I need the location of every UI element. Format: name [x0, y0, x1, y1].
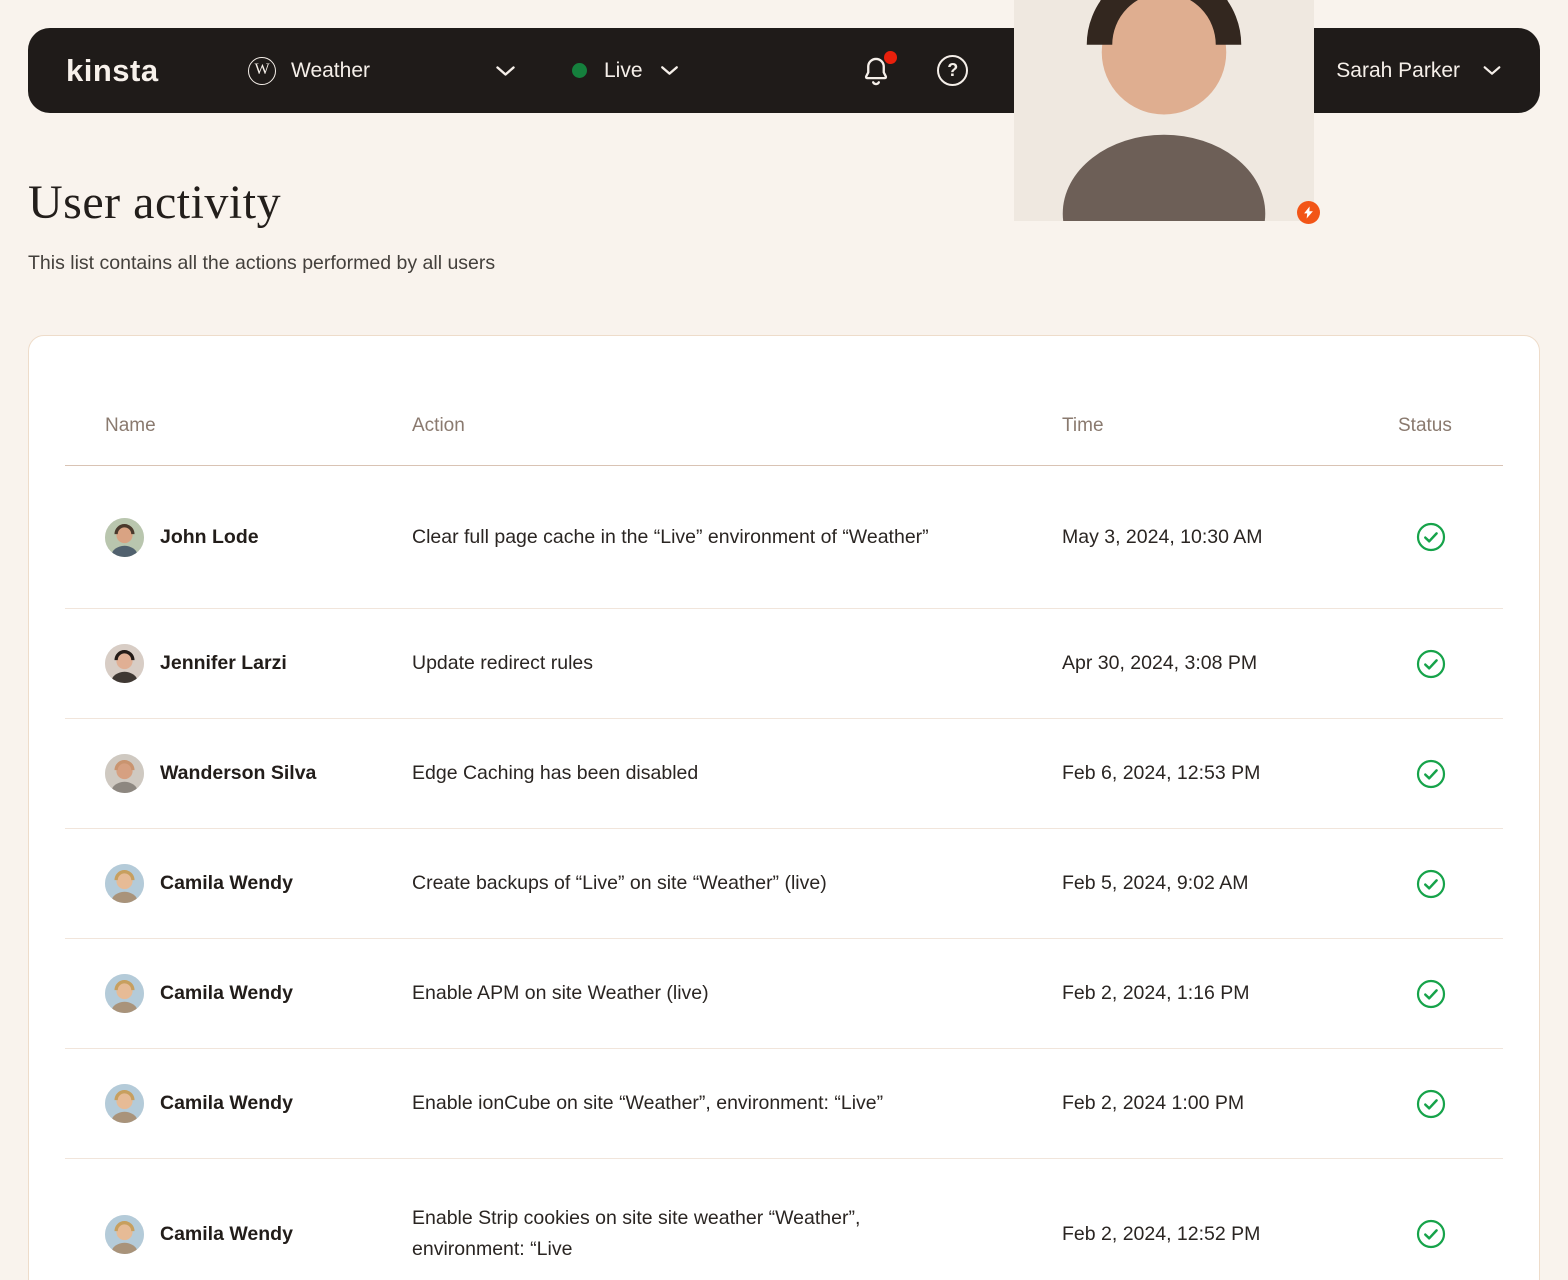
lightning-badge-icon — [1297, 200, 1321, 224]
chevron-down-icon — [1483, 66, 1501, 75]
name-cell: Camila Wendy — [65, 864, 412, 903]
time-cell: Feb 2, 2024, 1:16 PM — [1062, 982, 1250, 1004]
time-cell: Apr 30, 2024, 3:08 PM — [1062, 652, 1258, 674]
live-status-dot-icon — [572, 63, 587, 78]
status-cell — [1398, 979, 1503, 1009]
time-cell: Feb 2, 2024 1:00 PM — [1062, 1092, 1245, 1114]
status-success-icon — [1416, 979, 1446, 1008]
status-cell — [1398, 522, 1503, 552]
user-avatar — [105, 1084, 144, 1123]
column-header-time: Time — [1062, 415, 1104, 436]
user-name-text: Wanderson Silva — [160, 762, 317, 784]
user-avatar — [105, 1214, 144, 1254]
site-selector[interactable]: W Weather — [248, 56, 516, 85]
environment-selector-label: Live — [604, 58, 643, 82]
status-cell — [1398, 759, 1503, 789]
column-header-action: Action — [412, 415, 465, 436]
name-cell: Camila Wendy — [65, 1084, 412, 1123]
status-cell — [1398, 869, 1503, 899]
column-header-name: Name — [105, 415, 156, 436]
action-cell: Edge Caching has been disabled — [412, 762, 699, 784]
table-row: Wanderson Silva Edge Caching has been di… — [65, 719, 1503, 829]
help-button[interactable]: ? — [937, 55, 969, 86]
wordpress-icon: W — [248, 56, 276, 85]
column-header-status: Status — [1398, 415, 1452, 436]
action-cell: Enable Strip cookies on site site weathe… — [412, 1207, 861, 1260]
name-cell: Camila Wendy — [65, 974, 412, 1013]
user-avatar — [105, 754, 144, 793]
status-cell — [1398, 1089, 1503, 1119]
user-name-text: Camila Wendy — [160, 1092, 293, 1114]
top-navbar: kinsta W Weather Live ? Sarah Parker — [28, 0, 1540, 224]
table-header-row: Name Action Time Status — [65, 336, 1503, 466]
status-success-icon — [1416, 1219, 1446, 1249]
activity-card: Name Action Time Status John Lode Clear … — [28, 335, 1540, 1280]
user-avatar — [105, 517, 144, 557]
navbar-right-group: ? Sarah Parker — [861, 0, 1502, 224]
status-cell — [1398, 649, 1503, 679]
status-success-icon — [1416, 522, 1446, 552]
user-name-text: Camila Wendy — [160, 872, 293, 894]
question-mark-icon: ? — [947, 60, 959, 80]
user-avatar — [105, 864, 144, 903]
table-row: Camila Wendy Enable Strip cookies on sit… — [65, 1159, 1503, 1280]
table-row: Camila Wendy Create backups of “Live” on… — [65, 829, 1503, 939]
action-cell: Enable ionCube on site “Weather”, enviro… — [412, 1092, 884, 1114]
user-name-text: Camila Wendy — [160, 1222, 293, 1245]
notification-badge — [884, 50, 898, 64]
status-success-icon — [1416, 1089, 1446, 1118]
user-name-text: Camila Wendy — [160, 982, 293, 1004]
environment-selector[interactable]: Live — [572, 59, 679, 83]
chevron-down-icon — [496, 65, 515, 76]
page-subtitle: This list contains all the actions perfo… — [28, 252, 496, 274]
notifications-button[interactable] — [861, 50, 898, 87]
site-selector-label: Weather — [291, 58, 370, 82]
user-menu[interactable]: Sarah Parker — [1014, 0, 1502, 224]
table-row: Jennifer Larzi Update redirect rules Apr… — [65, 609, 1503, 719]
action-cell: Update redirect rules — [412, 652, 594, 674]
time-cell: Feb 2, 2024, 12:52 PM — [1062, 1222, 1261, 1245]
time-cell: Feb 6, 2024, 12:53 PM — [1062, 762, 1261, 784]
status-success-icon — [1416, 759, 1446, 788]
user-avatar — [105, 644, 144, 683]
table-row: Camila Wendy Enable ionCube on site “Wea… — [65, 1049, 1503, 1159]
table-row: Camila Wendy Enable APM on site Weather … — [65, 939, 1503, 1049]
name-cell: Camila Wendy — [65, 1214, 412, 1254]
action-cell: Clear full page cache in the “Live” envi… — [412, 525, 929, 548]
user-avatar — [105, 974, 144, 1013]
kinsta-logo: kinsta — [66, 52, 159, 88]
action-cell: Create backups of “Live” on site “Weathe… — [412, 872, 827, 894]
chevron-down-icon — [660, 66, 678, 75]
name-cell: Jennifer Larzi — [65, 644, 412, 683]
user-name: Sarah Parker — [1336, 58, 1460, 82]
action-cell: Enable APM on site Weather (live) — [412, 982, 709, 1004]
time-cell: Feb 5, 2024, 9:02 AM — [1062, 872, 1249, 894]
status-cell — [1398, 1219, 1503, 1249]
user-name-text: John Lode — [160, 525, 259, 548]
status-success-icon — [1416, 649, 1446, 678]
status-success-icon — [1416, 869, 1446, 898]
user-name-text: Jennifer Larzi — [160, 652, 287, 674]
name-cell: John Lode — [65, 517, 412, 557]
table-row: John Lode Clear full page cache in the “… — [65, 466, 1503, 609]
user-avatar-nav — [1014, 0, 1315, 221]
time-cell: May 3, 2024, 10:30 AM — [1062, 525, 1263, 548]
activity-table-body: John Lode Clear full page cache in the “… — [65, 466, 1503, 1280]
name-cell: Wanderson Silva — [65, 754, 412, 793]
